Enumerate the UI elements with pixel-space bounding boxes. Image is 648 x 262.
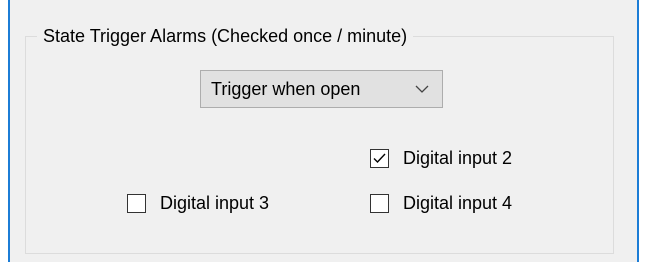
chevron-down-icon <box>412 75 432 95</box>
trigger-mode-select[interactable]: Trigger when open <box>200 70 443 108</box>
group-title: State Trigger Alarms (Checked once / min… <box>37 23 414 49</box>
checkbox-box[interactable] <box>127 193 146 213</box>
digital-input-2-label: Digital input 2 <box>403 148 513 168</box>
digital-input-2-checkbox[interactable]: Digital input 2 <box>370 145 512 171</box>
digital-input-3-label: Digital input 3 <box>160 193 270 213</box>
checkbox-box[interactable] <box>370 193 389 213</box>
checkbox-box[interactable] <box>370 148 389 168</box>
digital-input-4-label: Digital input 4 <box>403 193 513 213</box>
checkmark-icon <box>373 153 386 163</box>
digital-input-3-checkbox[interactable]: Digital input 3 <box>127 190 269 216</box>
digital-input-4-checkbox[interactable]: Digital input 4 <box>370 190 512 216</box>
trigger-mode-value: Trigger when open <box>211 79 361 99</box>
state-trigger-alarms-group <box>25 36 614 254</box>
